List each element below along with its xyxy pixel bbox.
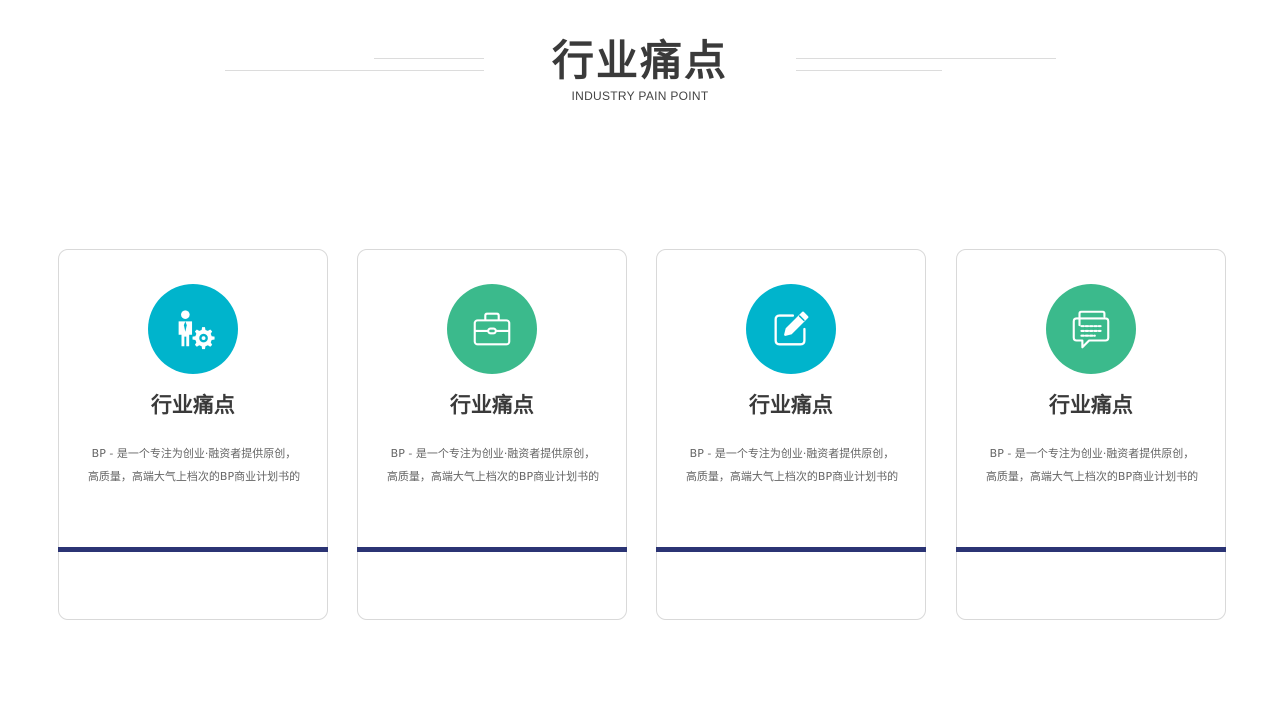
pain-point-card: 行业痛点 BP - 是一个专注为创业·融资者提供原创， 高质量，高端大气上档次的… — [656, 249, 926, 620]
pain-point-card: 行业痛点 BP - 是一个专注为创业·融资者提供原创， 高质量，高端大气上档次的… — [357, 249, 627, 620]
accent-bar — [58, 547, 328, 552]
page-header: 行业痛点 INDUSTRY PAIN POINT — [0, 0, 1280, 120]
card-description-line: 高质量，高端大气上档次的BP商业计划书的 — [386, 470, 600, 483]
card-title: 行业痛点 — [151, 393, 235, 417]
businessman-gear-icon — [178, 310, 215, 350]
card-description-line: 高质量，高端大气上档次的BP商业计划书的 — [985, 470, 1199, 483]
card-description-line: 高质量，高端大气上档次的BP商业计划书的 — [685, 470, 899, 483]
icon-circle — [447, 284, 537, 374]
page-subtitle: INDUSTRY PAIN POINT — [571, 89, 709, 103]
card-title: 行业痛点 — [749, 393, 833, 417]
page-title: 行业痛点 — [551, 36, 728, 85]
briefcase-icon — [473, 312, 511, 346]
accent-bar — [656, 547, 926, 552]
card-description-line: BP - 是一个专注为创业·融资者提供原创， — [989, 447, 1195, 460]
chat-bubbles-icon — [1072, 310, 1110, 349]
card-title: 行业痛点 — [450, 393, 534, 417]
card-description-line: BP - 是一个专注为创业·融资者提供原创， — [91, 447, 297, 460]
card-description-line: 高质量，高端大气上档次的BP商业计划书的 — [87, 470, 301, 483]
card-description: BP - 是一个专注为创业·融资者提供原创， 高质量，高端大气上档次的BP商业计… — [971, 442, 1213, 488]
card-description: BP - 是一个专注为创业·融资者提供原创， 高质量，高端大气上档次的BP商业计… — [73, 442, 315, 488]
card-description-line: BP - 是一个专注为创业·融资者提供原创， — [390, 447, 596, 460]
card-description: BP - 是一个专注为创业·融资者提供原创， 高质量，高端大气上档次的BP商业计… — [671, 442, 913, 488]
icon-circle — [1046, 284, 1136, 374]
card-description-line: BP - 是一个专注为创业·融资者提供原创， — [689, 447, 895, 460]
card-title: 行业痛点 — [1049, 393, 1133, 417]
accent-bar — [956, 547, 1226, 552]
icon-circle — [148, 284, 238, 374]
accent-bar — [357, 547, 627, 552]
pain-point-card: 行业痛点 BP - 是一个专注为创业·融资者提供原创， 高质量，高端大气上档次的… — [956, 249, 1226, 620]
icon-circle — [746, 284, 836, 374]
card-description: BP - 是一个专注为创业·融资者提供原创， 高质量，高端大气上档次的BP商业计… — [372, 442, 614, 488]
edit-pencil-icon — [774, 311, 809, 346]
pain-point-card: 行业痛点 BP - 是一个专注为创业·融资者提供原创， 高质量，高端大气上档次的… — [58, 249, 328, 620]
